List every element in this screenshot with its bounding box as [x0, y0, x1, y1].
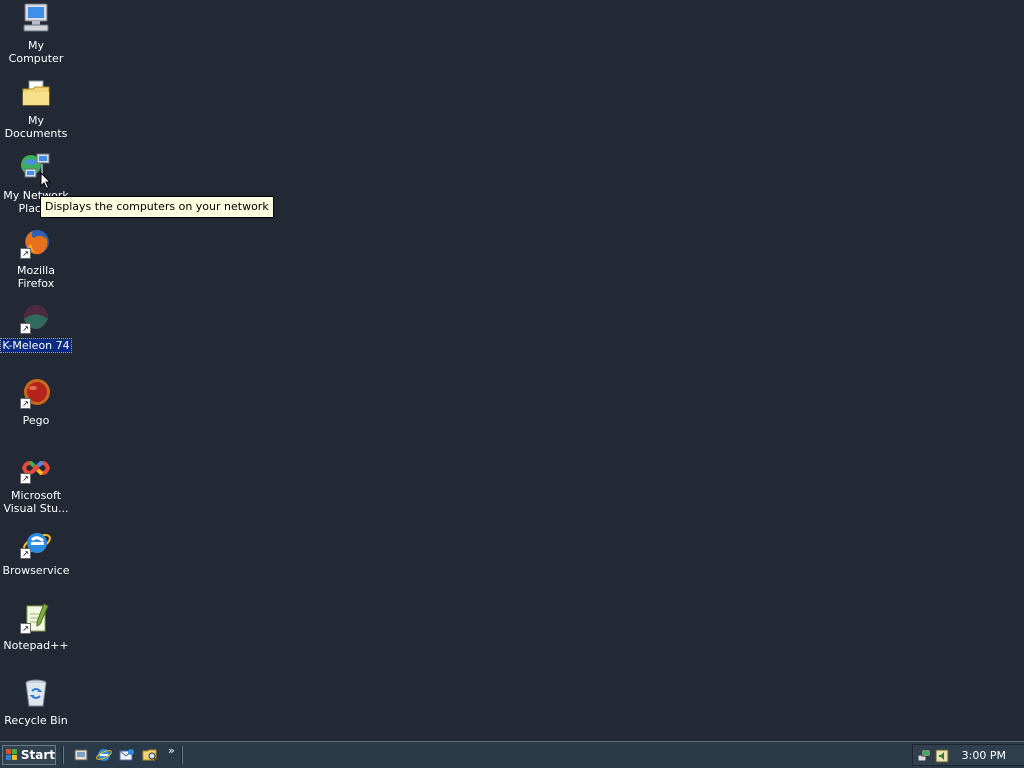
internet-explorer-icon[interactable] [96, 747, 112, 763]
k-meleon-desktop-icon[interactable]: ↗ K-Meleon 74 [0, 302, 72, 353]
taskbar-separator [62, 746, 64, 764]
clock[interactable]: 3:00 PM [962, 749, 1006, 762]
pego-icon: ↗ [20, 377, 52, 409]
mouse-pointer-icon [40, 171, 52, 190]
volume-icon[interactable] [935, 748, 949, 763]
quick-launch-chevron[interactable]: » [168, 745, 175, 757]
shortcut-arrow-icon: ↗ [20, 623, 31, 634]
desktop-icon-label: Recycle Bin [4, 714, 68, 727]
desktop-icon-label: Pego [22, 414, 50, 427]
windows-flag-icon [6, 749, 17, 760]
desktop-icon-label: Notepad++ [3, 639, 69, 652]
outlook-express-icon[interactable] [119, 747, 135, 763]
notepad-plus-plus-desktop-icon[interactable]: ↗ Notepad++ [0, 602, 72, 652]
visual-studio-desktop-icon[interactable]: ↗ Microsoft Visual Stu... [0, 452, 72, 515]
desktop-icon-label: Mozilla Firefox [17, 264, 55, 290]
browservice-desktop-icon[interactable]: ↗ Browservice [0, 527, 72, 577]
show-desktop-icon[interactable] [73, 747, 89, 763]
recycle-bin-icon [20, 677, 52, 709]
desktop-icon-label: My Documents [4, 114, 68, 140]
network-connection-icon[interactable] [917, 748, 931, 762]
desktop-icon-label: K-Meleon 74 [0, 338, 72, 353]
visual-studio-icon: ↗ [20, 452, 52, 484]
desktop-icon-label: My Computer [8, 39, 64, 65]
start-label: Start [20, 748, 55, 762]
shortcut-arrow-icon: ↗ [20, 398, 31, 409]
recycle-bin-desktop-icon[interactable]: Recycle Bin [0, 677, 72, 727]
network-places-tooltip: Displays the computers on your network [40, 196, 274, 218]
taskbar: Start » 3:00 PM [0, 741, 1024, 768]
internet-explorer-icon: ↗ [20, 527, 52, 559]
desktop-icon-label: Browservice [2, 564, 70, 577]
taskbar-separator [181, 746, 183, 764]
my-computer-desktop-icon[interactable]: My Computer [0, 2, 72, 65]
shortcut-arrow-icon: ↗ [20, 473, 31, 484]
my-documents-desktop-icon[interactable]: My Documents [0, 77, 72, 140]
k-meleon-icon: ↗ [20, 302, 52, 334]
notepad-plus-plus-icon: ↗ [20, 602, 52, 634]
desktop[interactable]: My Computer My Documents My Network Plac… [0, 0, 1024, 741]
mozilla-firefox-desktop-icon[interactable]: ↗ Mozilla Firefox [0, 227, 72, 290]
shortcut-arrow-icon: ↗ [20, 248, 31, 259]
firefox-icon: ↗ [20, 227, 52, 259]
shortcut-arrow-icon: ↗ [20, 323, 31, 334]
shortcut-arrow-icon: ↗ [20, 548, 31, 559]
documents-folder-icon [20, 77, 52, 109]
start-button[interactable]: Start [2, 745, 56, 765]
computer-icon [20, 2, 52, 34]
pego-desktop-icon[interactable]: ↗ Pego [0, 377, 72, 427]
system-tray: 3:00 PM [912, 744, 1024, 766]
search-folder-icon[interactable] [142, 747, 158, 763]
desktop-icon-label: Microsoft Visual Stu... [3, 489, 69, 515]
